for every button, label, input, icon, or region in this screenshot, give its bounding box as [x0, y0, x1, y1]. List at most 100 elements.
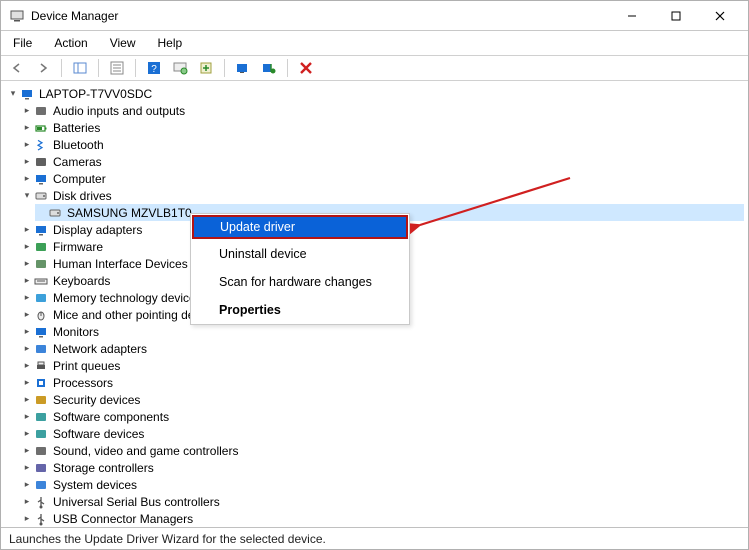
tree-root[interactable]: ▾LAPTOP-T7VV0SDC [7, 85, 744, 102]
hid-icon [33, 256, 49, 272]
network-icon [33, 341, 49, 357]
caret-icon[interactable]: ▸ [21, 428, 33, 439]
caret-icon[interactable]: ▸ [21, 139, 33, 150]
computer-icon [33, 171, 49, 187]
tree-node-label: Memory technology devices [53, 291, 202, 305]
toolbar: ? [1, 55, 748, 81]
software-icon [33, 426, 49, 442]
tree-category-4[interactable]: ▸Computer [21, 170, 744, 187]
caret-icon[interactable]: ▸ [21, 513, 33, 524]
tree-node-label: Monitors [53, 325, 99, 339]
menubar: File Action View Help [1, 31, 748, 55]
caret-icon[interactable]: ▸ [21, 496, 33, 507]
caret-icon[interactable]: ▸ [21, 105, 33, 116]
tree-node-label: Human Interface Devices [53, 257, 188, 271]
caret-icon[interactable]: ▸ [21, 411, 33, 422]
tree-category-0[interactable]: ▸Audio inputs and outputs [21, 102, 744, 119]
tree-category-18[interactable]: ▸ Software devices [21, 425, 744, 442]
memory-icon [33, 290, 49, 306]
keyboard-icon [33, 273, 49, 289]
tree-category-5[interactable]: ▾Disk drives [21, 187, 744, 204]
close-button[interactable] [706, 5, 734, 27]
caret-icon[interactable]: ▸ [21, 445, 33, 456]
maximize-button[interactable] [662, 5, 690, 27]
display-icon [33, 222, 49, 238]
caret-icon[interactable]: ▸ [21, 479, 33, 490]
tree-category-20[interactable]: ▸ Storage controllers [21, 459, 744, 476]
tree-category-19[interactable]: ▸Sound, video and game controllers [21, 442, 744, 459]
tree-node-label: Display adapters [53, 223, 142, 237]
tree-category-15[interactable]: ▸ Processors [21, 374, 744, 391]
menu-help[interactable]: Help [152, 34, 189, 52]
tree-category-2[interactable]: ▸Bluetooth [21, 136, 744, 153]
tree-node-label: Print queues [53, 359, 120, 373]
context-item-update-driver[interactable]: Update driver [192, 215, 408, 239]
sound-icon [33, 443, 49, 459]
delete-button-icon[interactable] [296, 58, 316, 78]
properties-button-icon[interactable] [107, 58, 127, 78]
disable-button-icon[interactable] [259, 58, 279, 78]
audio-icon [33, 103, 49, 119]
tree-node-label: Storage controllers [53, 461, 154, 475]
tree-category-13[interactable]: ▸Network adapters [21, 340, 744, 357]
caret-icon[interactable]: ▸ [21, 394, 33, 405]
uninstall-button-icon[interactable] [233, 58, 253, 78]
disk-icon [33, 188, 49, 204]
tree-node-label: Software devices [53, 427, 144, 441]
app-icon [9, 8, 25, 24]
minimize-button[interactable] [618, 5, 646, 27]
tree-category-22[interactable]: ▸Universal Serial Bus controllers [21, 493, 744, 510]
tree-node-label: Security devices [53, 393, 140, 407]
caret-icon[interactable]: ▸ [21, 377, 33, 388]
help-button-icon[interactable]: ? [144, 58, 164, 78]
caret-icon[interactable]: ▸ [21, 360, 33, 371]
caret-icon[interactable]: ▸ [21, 309, 33, 320]
scan-hardware-button-icon[interactable] [170, 58, 190, 78]
context-item-properties[interactable]: Properties [191, 296, 409, 324]
window-title: Device Manager [31, 9, 618, 23]
menu-action[interactable]: Action [48, 34, 93, 52]
back-button[interactable] [7, 58, 27, 78]
bluetooth-icon [33, 137, 49, 153]
caret-icon[interactable]: ▸ [21, 224, 33, 235]
titlebar[interactable]: Device Manager [1, 1, 748, 31]
tree-category-1[interactable]: ▸Batteries [21, 119, 744, 136]
update-driver-button-icon[interactable] [196, 58, 216, 78]
caret-icon[interactable]: ▸ [21, 292, 33, 303]
tree-category-16[interactable]: ▸ Security devices [21, 391, 744, 408]
computer-icon [19, 86, 35, 102]
caret-icon[interactable]: ▾ [21, 190, 33, 201]
caret-icon[interactable]: ▸ [21, 241, 33, 252]
caret-icon[interactable]: ▾ [7, 88, 19, 99]
tree-node-label: SAMSUNG MZVLB1T0 [67, 206, 192, 220]
tree-category-12[interactable]: ▸ Monitors [21, 323, 744, 340]
tree-node-label: System devices [53, 478, 137, 492]
caret-icon[interactable]: ▸ [21, 462, 33, 473]
tree-category-21[interactable]: ▸ System devices [21, 476, 744, 493]
monitor-icon [33, 324, 49, 340]
caret-icon[interactable]: ▸ [21, 173, 33, 184]
context-item-uninstall-device[interactable]: Uninstall device [191, 240, 409, 268]
cpu-icon [33, 375, 49, 391]
security-icon [33, 392, 49, 408]
tree-node-label: USB Connector Managers [53, 512, 193, 526]
menu-file[interactable]: File [7, 34, 38, 52]
forward-button[interactable] [33, 58, 53, 78]
tree-category-23[interactable]: ▸ USB Connector Managers [21, 510, 744, 527]
tree-node-label: Processors [53, 376, 113, 390]
caret-icon[interactable]: ▸ [21, 326, 33, 337]
caret-icon[interactable]: ▸ [21, 275, 33, 286]
caret-icon[interactable]: ▸ [21, 343, 33, 354]
caret-icon[interactable]: ▸ [21, 156, 33, 167]
tree-category-14[interactable]: ▸ Print queues [21, 357, 744, 374]
context-item-scan-hardware[interactable]: Scan for hardware changes [191, 268, 409, 296]
tree-category-3[interactable]: ▸Cameras [21, 153, 744, 170]
tree-node-label: Firmware [53, 240, 103, 254]
usb-icon [33, 511, 49, 527]
menu-view[interactable]: View [104, 34, 142, 52]
show-hide-tree-button-icon[interactable] [70, 58, 90, 78]
caret-icon[interactable]: ▸ [21, 122, 33, 133]
battery-icon [33, 120, 49, 136]
caret-icon[interactable]: ▸ [21, 258, 33, 269]
tree-category-17[interactable]: ▸Software components [21, 408, 744, 425]
